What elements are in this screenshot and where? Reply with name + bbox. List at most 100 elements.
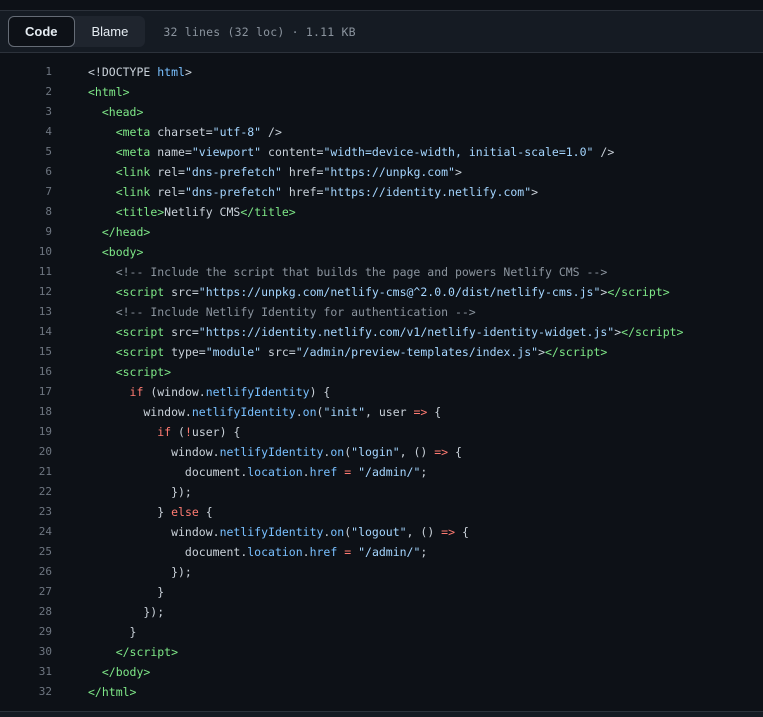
line-number[interactable]: 23 [0, 502, 52, 522]
line-number[interactable]: 32 [0, 682, 52, 702]
code-content: }); [88, 485, 192, 499]
line-number[interactable]: 12 [0, 282, 52, 302]
line-number[interactable]: 5 [0, 142, 52, 162]
code-content: <meta charset="utf-8" /> [115, 125, 282, 139]
line-number[interactable]: 14 [0, 322, 52, 342]
code-line: 6 <link rel="dns-prefetch" href="https:/… [0, 162, 763, 182]
code-line: 23 } else { [0, 502, 763, 522]
line-number[interactable]: 25 [0, 542, 52, 562]
code-content: document.location.href = "/admin/"; [88, 465, 428, 479]
code-line: 22 }); [0, 482, 763, 502]
code-line: 17 if (window.netlifyIdentity) { [0, 382, 763, 402]
line-number[interactable]: 9 [0, 222, 52, 242]
code-content: document.location.href = "/admin/"; [88, 545, 428, 559]
code-content: <head> [101, 105, 144, 119]
line-number[interactable]: 22 [0, 482, 52, 502]
line-number[interactable]: 19 [0, 422, 52, 442]
code-content: <title>Netlify CMS</title> [115, 205, 296, 219]
code-line: 28 }); [0, 602, 763, 622]
code-line: 11 <!-- Include the script that builds t… [0, 262, 763, 282]
code-line: 24 window.netlifyIdentity.on("logout", (… [0, 522, 763, 542]
line-number[interactable]: 6 [0, 162, 52, 182]
code-line: 4 <meta charset="utf-8" /> [0, 122, 763, 142]
line-number[interactable]: 20 [0, 442, 52, 462]
line-number[interactable]: 11 [0, 262, 52, 282]
code-content: </head> [101, 225, 151, 239]
line-number[interactable]: 15 [0, 342, 52, 362]
code-content: </html> [88, 685, 137, 699]
code-content: } else { [88, 505, 213, 519]
code-line: 1 <!DOCTYPE html> [0, 62, 763, 82]
line-number[interactable]: 17 [0, 382, 52, 402]
line-number[interactable]: 21 [0, 462, 52, 482]
code-line: 26 }); [0, 562, 763, 582]
code-line: 8 <title>Netlify CMS</title> [0, 202, 763, 222]
code-content: <link rel="dns-prefetch" href="https://u… [115, 165, 462, 179]
line-number[interactable]: 3 [0, 102, 52, 122]
code-content: } [88, 585, 165, 599]
line-number[interactable]: 10 [0, 242, 52, 262]
line-number[interactable]: 7 [0, 182, 52, 202]
line-number[interactable]: 28 [0, 602, 52, 622]
code-content: <html> [88, 85, 130, 99]
code-content: window.netlifyIdentity.on("login", () =>… [88, 445, 462, 459]
file-info: 32 lines (32 loc) · 1.11 KB [163, 24, 356, 39]
line-number[interactable]: 8 [0, 202, 52, 222]
code-line: 29 } [0, 622, 763, 642]
line-number[interactable]: 31 [0, 662, 52, 682]
code-content: <!-- Include Netlify Identity for authen… [115, 305, 476, 319]
line-number[interactable]: 30 [0, 642, 52, 662]
code-content: if (window.netlifyIdentity) { [129, 385, 331, 399]
code-content: <script src="https://unpkg.com/netlify-c… [115, 285, 670, 299]
page-top-strip [0, 0, 763, 10]
code-line: 3 <head> [0, 102, 763, 122]
code-line: 9 </head> [0, 222, 763, 242]
code-line: 10 <body> [0, 242, 763, 262]
line-number[interactable]: 27 [0, 582, 52, 602]
code-content: <link rel="dns-prefetch" href="https://i… [115, 185, 539, 199]
code-content: }); [88, 605, 165, 619]
line-number[interactable]: 18 [0, 402, 52, 422]
code-blame-segmented-control: Code Blame [8, 16, 146, 47]
code-line: 32 </html> [0, 682, 763, 702]
code-line: 5 <meta name="viewport" content="width=d… [0, 142, 763, 162]
code-content: <!-- Include the script that builds the … [115, 265, 608, 279]
line-number[interactable]: 29 [0, 622, 52, 642]
code-line: 20 window.netlifyIdentity.on("login", ()… [0, 442, 763, 462]
code-content: <script src="https://identity.netlify.co… [115, 325, 684, 339]
code-line: 7 <link rel="dns-prefetch" href="https:/… [0, 182, 763, 202]
code-content: <meta name="viewport" content="width=dev… [115, 145, 615, 159]
line-number[interactable]: 2 [0, 82, 52, 102]
code-content: if (!user) { [157, 425, 241, 439]
code-line: 31 </body> [0, 662, 763, 682]
line-number[interactable]: 26 [0, 562, 52, 582]
code-line: 12 <script src="https://unpkg.com/netlif… [0, 282, 763, 302]
line-number[interactable]: 1 [0, 62, 52, 82]
code-content: <!DOCTYPE html> [88, 65, 192, 79]
line-number[interactable]: 24 [0, 522, 52, 542]
code-line: 14 <script src="https://identity.netlify… [0, 322, 763, 342]
line-number[interactable]: 4 [0, 122, 52, 142]
line-number[interactable]: 13 [0, 302, 52, 322]
code-line: 18 window.netlifyIdentity.on("init", use… [0, 402, 763, 422]
code-content: <script> [115, 365, 172, 379]
code-line: 30 </script> [0, 642, 763, 662]
code-content: } [88, 625, 137, 639]
file-header: Code Blame 32 lines (32 loc) · 1.11 KB [0, 10, 763, 53]
line-number[interactable]: 16 [0, 362, 52, 382]
code-line: 21 document.location.href = "/admin/"; [0, 462, 763, 482]
code-content: <script type="module" src="/admin/previe… [115, 345, 608, 359]
code-content: </script> [115, 645, 179, 659]
code-line: 13 <!-- Include Netlify Identity for aut… [0, 302, 763, 322]
code-line: 15 <script type="module" src="/admin/pre… [0, 342, 763, 362]
code-viewer: 1 <!DOCTYPE html> 2 <html> 3 <head> 4 <meta c… [0, 53, 763, 711]
code-line: 16 <script> [0, 362, 763, 382]
code-line: 19 if (!user) { [0, 422, 763, 442]
code-content: </body> [101, 665, 151, 679]
code-content: window.netlifyIdentity.on("logout", () =… [88, 525, 469, 539]
code-line: 27 } [0, 582, 763, 602]
code-content: }); [88, 565, 192, 579]
tab-blame[interactable]: Blame [75, 16, 146, 47]
page-bottom-strip [0, 711, 763, 717]
tab-code[interactable]: Code [8, 16, 75, 47]
